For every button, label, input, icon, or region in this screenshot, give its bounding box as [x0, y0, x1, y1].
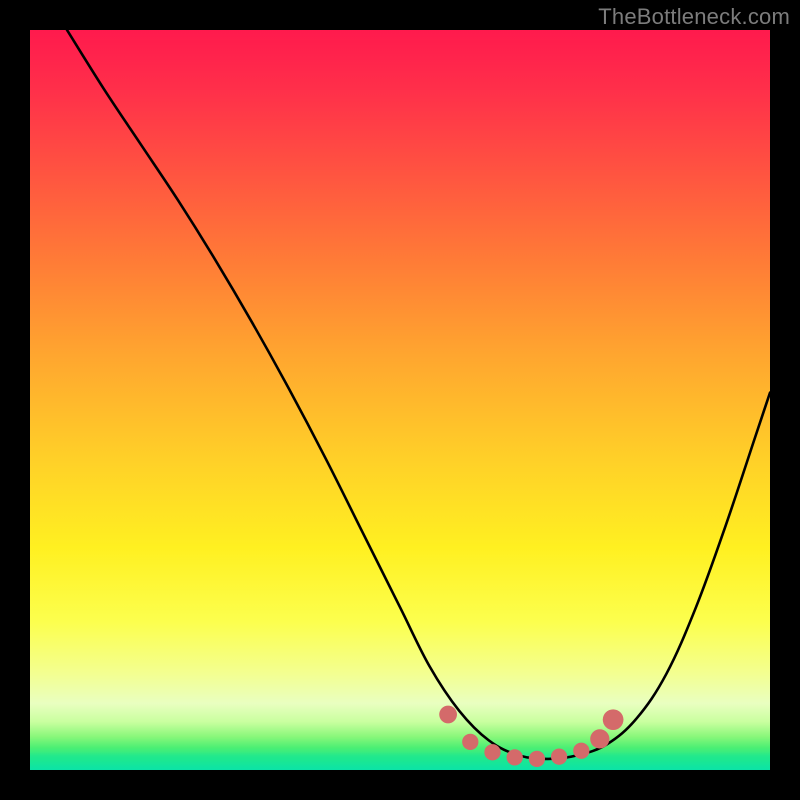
marker-dot — [590, 729, 609, 748]
marker-dot — [529, 751, 545, 767]
marker-dot — [462, 734, 478, 750]
marker-dot — [573, 743, 589, 759]
bottleneck-curve — [67, 30, 770, 759]
marker-dot — [551, 749, 567, 765]
chart-frame: TheBottleneck.com — [0, 0, 800, 800]
marker-dot — [507, 749, 523, 765]
marker-dot — [484, 744, 500, 760]
bottom-cluster-markers — [439, 706, 623, 767]
marker-dot — [603, 709, 624, 730]
plot-area — [30, 30, 770, 770]
marker-dot — [439, 706, 457, 724]
curve-layer — [30, 30, 770, 770]
watermark-text: TheBottleneck.com — [598, 4, 790, 30]
